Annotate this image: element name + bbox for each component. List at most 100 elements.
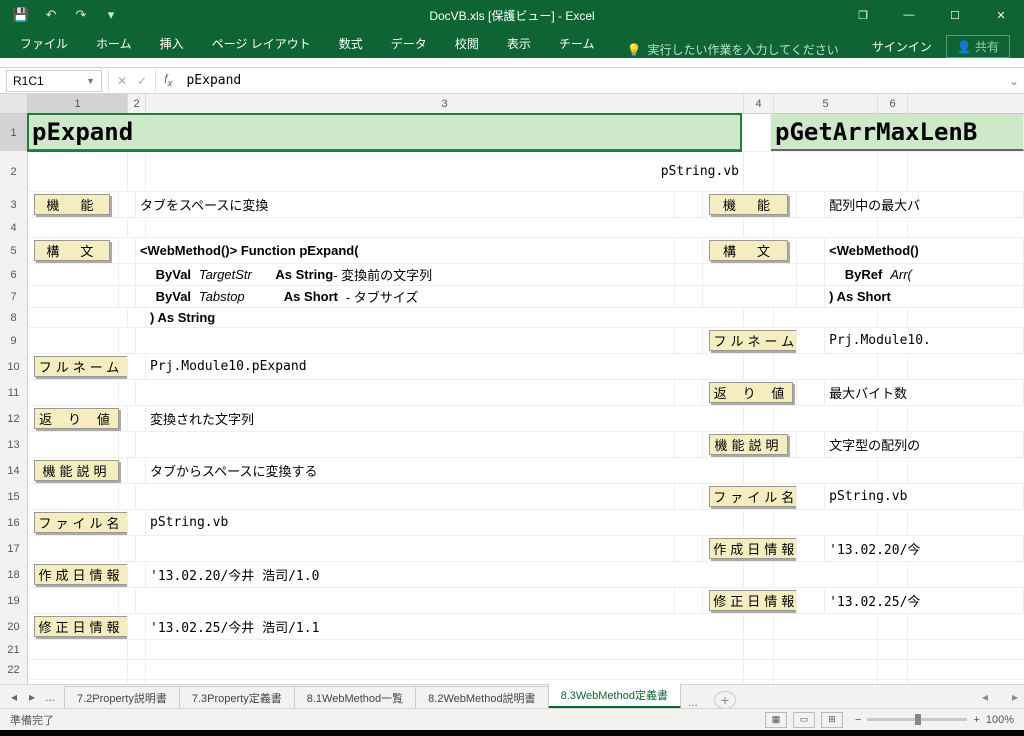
cell-label[interactable]: 構 文 [28, 238, 119, 263]
cell[interactable] [675, 432, 703, 457]
cell[interactable] [136, 536, 675, 561]
cell[interactable] [797, 484, 825, 509]
cell-value[interactable]: 文字型の配列の [825, 432, 1024, 457]
maximize-icon[interactable]: ☐ [932, 0, 978, 30]
cell[interactable] [128, 308, 146, 327]
cell[interactable] [878, 406, 908, 431]
cell[interactable] [136, 328, 675, 353]
sheet-tab-active[interactable]: 8.3WebMethod定義書 [548, 683, 681, 709]
cell[interactable] [128, 218, 146, 237]
formula-expand-icon[interactable]: ⌄ [1004, 74, 1024, 88]
row-header[interactable]: 12 [0, 406, 28, 431]
cell[interactable] [128, 680, 146, 684]
cell[interactable] [28, 264, 119, 285]
cell[interactable] [119, 588, 136, 613]
cell[interactable] [774, 510, 878, 535]
cell[interactable] [675, 238, 703, 263]
cell-label[interactable]: 修正日情報 [703, 588, 797, 613]
cell-label[interactable]: 機 能 [703, 192, 797, 217]
cell[interactable] [146, 218, 744, 237]
cell[interactable] [797, 286, 825, 307]
cell[interactable] [128, 406, 146, 431]
cell[interactable] [878, 680, 908, 684]
sheet-more-right[interactable]: ... [680, 695, 706, 709]
row-header[interactable]: 10 [0, 354, 28, 379]
cell-label[interactable]: 返 り 値 [28, 406, 128, 431]
cell[interactable] [119, 192, 136, 217]
cell[interactable] [774, 354, 878, 379]
cell[interactable] [128, 640, 146, 659]
col-header-3[interactable]: 3 [146, 94, 744, 113]
cell-value[interactable]: ) As String [146, 308, 744, 327]
cell-label[interactable]: フルネーム [28, 354, 128, 379]
col-header-6[interactable]: 6 [878, 94, 908, 113]
tab-file[interactable]: ファイル [6, 29, 82, 58]
cell[interactable] [675, 536, 703, 561]
enter-icon[interactable]: ✓ [137, 74, 147, 88]
add-sheet-icon[interactable]: + [714, 691, 736, 709]
view-page-layout-icon[interactable]: ▭ [793, 712, 815, 728]
cell-value[interactable]: pString.vb [146, 510, 744, 535]
cell[interactable] [136, 588, 675, 613]
cell-value[interactable]: Prj.Module10.pExpand [146, 354, 744, 379]
row-header[interactable]: 18 [0, 562, 28, 587]
cell-label[interactable]: ファイル名 [703, 484, 797, 509]
cell-value[interactable]: ByVal Tabstop As Short - タブサイズ [136, 286, 675, 307]
cell[interactable] [28, 286, 119, 307]
row-header[interactable]: 23 [0, 680, 28, 684]
row-header[interactable]: 7 [0, 286, 28, 307]
zoom-percent[interactable]: 100% [986, 714, 1014, 726]
cell[interactable] [28, 588, 119, 613]
tab-page-layout[interactable]: ページ レイアウト [198, 29, 325, 58]
cell[interactable] [119, 286, 136, 307]
cell[interactable] [146, 660, 744, 679]
cell-label[interactable]: 修正日情報 [28, 614, 128, 639]
cell[interactable] [119, 238, 136, 263]
cell[interactable] [774, 458, 878, 483]
cell[interactable] [744, 660, 774, 679]
scroll-right-icon[interactable]: ▸ [1012, 690, 1018, 704]
cell-value[interactable]: 配列中の最大バ [825, 192, 1024, 217]
col-header-5[interactable]: 5 [774, 94, 878, 113]
cell[interactable] [128, 354, 146, 379]
cell[interactable] [774, 152, 878, 191]
cell-label[interactable]: 構 文 [703, 238, 797, 263]
spreadsheet-grid[interactable]: 1 2 3 4 5 6 1 pExpand pGetArrMaxLenB 2 p… [0, 94, 1024, 684]
undo-icon[interactable]: ↶ [38, 4, 64, 26]
cell[interactable] [28, 152, 128, 191]
cell[interactable] [878, 614, 908, 639]
cell[interactable] [797, 380, 825, 405]
cell[interactable] [136, 484, 675, 509]
cell[interactable] [136, 380, 675, 405]
cell[interactable] [28, 484, 119, 509]
cell-label[interactable]: フルネーム [703, 328, 797, 353]
cell[interactable] [774, 614, 878, 639]
cell[interactable] [774, 218, 878, 237]
cell[interactable] [774, 680, 878, 684]
cell[interactable] [797, 328, 825, 353]
cell[interactable] [774, 660, 878, 679]
tab-data[interactable]: データ [377, 29, 441, 58]
cell[interactable] [128, 562, 146, 587]
cell-r1c1[interactable]: pExpand [28, 114, 741, 151]
cell[interactable] [744, 680, 774, 684]
cancel-icon[interactable]: ✕ [117, 74, 127, 88]
cell[interactable] [744, 218, 774, 237]
cell-value[interactable]: タブからスペースに変換する [146, 458, 744, 483]
sheet-tab[interactable]: 8.1WebMethod一覧 [294, 686, 416, 709]
cell[interactable] [28, 308, 128, 327]
sheet-first-icon[interactable]: ◂ [6, 690, 22, 704]
close-icon[interactable]: ✕ [978, 0, 1024, 30]
cell[interactable] [744, 614, 774, 639]
share-button[interactable]: 👤 共有 [946, 35, 1010, 58]
zoom-slider[interactable] [867, 718, 967, 721]
tell-me-search[interactable]: 💡 実行したい作業を入力してください [608, 41, 838, 58]
cell[interactable] [28, 640, 128, 659]
cell[interactable] [878, 152, 908, 191]
col-header-1[interactable]: 1 [28, 94, 128, 113]
cell[interactable] [128, 614, 146, 639]
cell[interactable] [675, 286, 703, 307]
cell[interactable] [744, 458, 774, 483]
cell[interactable] [675, 192, 703, 217]
row-header[interactable]: 8 [0, 308, 28, 327]
